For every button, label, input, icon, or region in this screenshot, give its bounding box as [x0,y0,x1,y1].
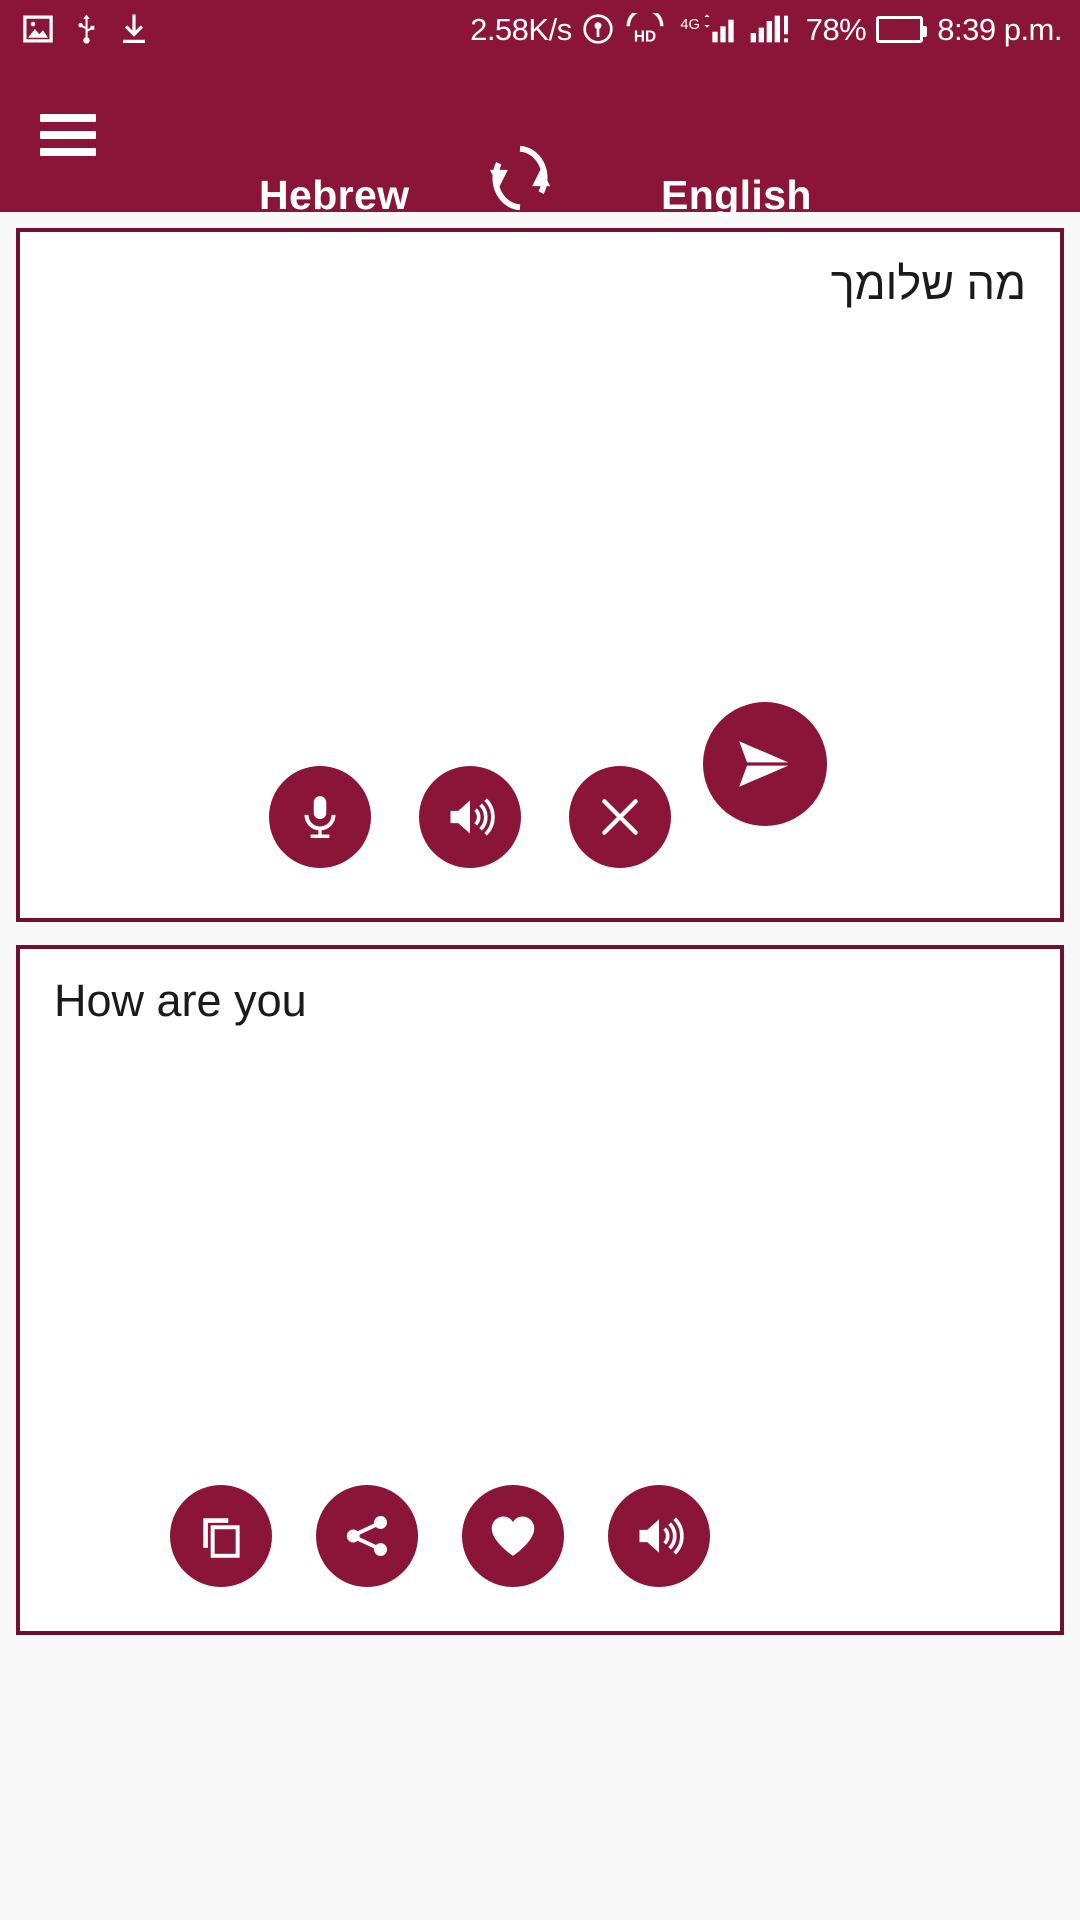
swap-languages-icon[interactable] [481,139,559,217]
source-text-card[interactable]: מה שלומך [16,228,1064,922]
source-actions-row [20,766,1060,868]
download-icon [119,13,149,45]
speaker-icon [444,791,496,843]
share-button[interactable] [316,1485,418,1587]
svg-text:HD: HD [634,29,656,45]
network-speed-label: 2.58K/s [470,11,572,47]
app-screen: 2.58K/s HD 4G 78% 8:39 p.m. Hebrew Engli… [0,0,1080,1920]
share-icon [342,1511,392,1561]
image-icon [22,14,54,44]
hotspot-icon [582,13,614,45]
app-bar: Hebrew English [0,58,1080,218]
battery-icon [876,15,928,43]
status-bar-right-icons: 2.58K/s HD 4G 78% 8:39 p.m. [470,13,1062,45]
status-bar-left-icons [22,13,149,45]
signal-bars-icon [748,13,796,45]
send-icon [729,728,801,800]
microphone-icon [295,792,345,842]
status-bar: 2.58K/s HD 4G 78% 8:39 p.m. [0,0,1080,58]
target-language-label[interactable]: English [661,172,812,219]
heart-icon [487,1510,539,1562]
clock-label: 8:39 p.m. [937,11,1062,47]
microphone-button[interactable] [269,766,371,868]
source-text-input[interactable]: מה שלומך [20,232,1060,310]
target-actions-row [20,1485,1060,1587]
usb-icon [74,13,99,45]
signal-4g-icon: 4G [676,13,738,45]
clear-text-button[interactable] [569,766,671,868]
speak-source-button[interactable] [419,766,521,868]
source-language-label[interactable]: Hebrew [259,172,410,219]
volte-hd-icon: HD [624,13,666,45]
target-text-card[interactable]: How are you [16,945,1064,1635]
copy-button[interactable] [170,1485,272,1587]
translated-text: How are you [54,975,307,1026]
speaker-icon [633,1510,685,1562]
favorite-button[interactable] [462,1485,564,1587]
battery-percent-label: 78% [805,11,867,47]
copy-icon [196,1511,246,1561]
close-icon [595,792,645,842]
hamburger-menu-icon[interactable] [40,114,96,156]
speak-target-button[interactable] [608,1485,710,1587]
svg-text:4G: 4G [680,17,700,33]
translate-send-button[interactable] [703,702,827,826]
